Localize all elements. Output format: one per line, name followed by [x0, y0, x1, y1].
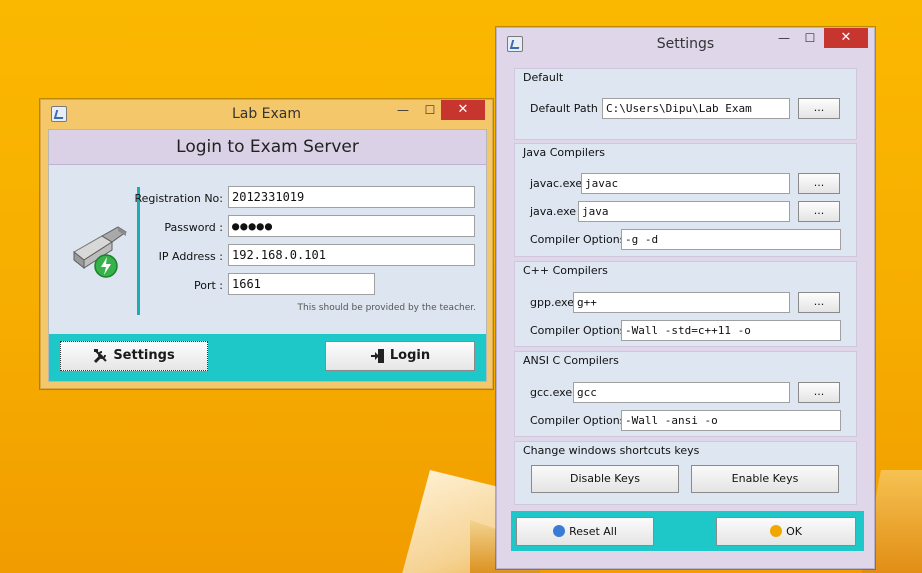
gpp-browse-button[interactable]: ...	[798, 292, 840, 313]
registration-label: Registration No:	[134, 192, 224, 205]
ip-address-input[interactable]: 192.168.0.101	[228, 244, 475, 266]
settings-button-label: Settings	[113, 348, 175, 363]
settings-button[interactable]: Settings	[60, 341, 208, 371]
ip-address-label: IP Address :	[158, 250, 223, 263]
settings-button-bar: Reset All OK	[511, 511, 864, 551]
panel-title: Java Compilers	[523, 146, 605, 159]
gcc-label: gcc.exe	[530, 386, 573, 399]
tools-icon	[94, 348, 108, 363]
login-icon	[370, 348, 384, 363]
java-options-input[interactable]: -g -d	[621, 229, 841, 250]
lab-button-bar: Settings Login	[49, 334, 486, 381]
port-input[interactable]: 1661	[228, 273, 375, 295]
close-button[interactable]: ✕	[441, 100, 485, 120]
java-browse-button[interactable]: ...	[798, 201, 840, 222]
ansi-c-compilers-panel: ANSI C Compilers gcc.exe gcc ... Compile…	[514, 351, 857, 437]
default-path-label: Default Path :	[530, 102, 606, 115]
shortcut-keys-panel: Change windows shortcuts keys Disable Ke…	[514, 441, 857, 505]
enable-keys-button[interactable]: Enable Keys	[691, 465, 839, 493]
checkmark-icon	[770, 525, 783, 537]
java-input[interactable]: java	[578, 201, 790, 222]
reset-all-label: Reset All	[569, 525, 617, 538]
maximize-button[interactable]: ☐	[417, 100, 443, 120]
maximize-button[interactable]: ☐	[797, 28, 823, 48]
lab-exam-content: Login to Exam Server Registration No: 20…	[48, 129, 487, 382]
refresh-icon	[553, 525, 566, 537]
gpp-label: gpp.exe	[530, 296, 574, 309]
panel-title: ANSI C Compilers	[523, 354, 619, 367]
javac-label: javac.exe	[530, 177, 583, 190]
gpp-input[interactable]: g++	[573, 292, 790, 313]
login-button-label: Login	[389, 348, 431, 363]
panel-title: C++ Compilers	[523, 264, 608, 277]
c-options-input[interactable]: -Wall -ansi -o	[621, 410, 841, 431]
registration-input[interactable]: 2012331019	[228, 186, 475, 208]
javac-browse-button[interactable]: ...	[798, 173, 840, 194]
login-header: Login to Exam Server	[49, 130, 486, 165]
ok-button[interactable]: OK	[716, 517, 856, 546]
java-compilers-panel: Java Compilers javac.exe javac ... java.…	[514, 143, 857, 257]
gcc-input[interactable]: gcc	[573, 382, 790, 403]
reset-all-button[interactable]: Reset All	[516, 517, 654, 546]
ok-label: OK	[786, 525, 802, 538]
java-options-label: Compiler Options:	[530, 233, 630, 246]
java-label: java.exe	[530, 205, 577, 218]
cpp-options-label: Compiler Options:	[530, 324, 630, 337]
port-label: Port :	[193, 279, 223, 292]
minimize-button[interactable]: —	[390, 100, 416, 120]
close-button[interactable]: ✕	[824, 28, 868, 48]
lab-exam-window: Lab Exam — ☐ ✕ Login to Exam Server Regi…	[40, 99, 493, 389]
default-path-browse-button[interactable]: ...	[798, 98, 840, 119]
cpp-options-input[interactable]: -Wall -std=c++11 -o	[621, 320, 841, 341]
minimize-button[interactable]: —	[771, 28, 797, 48]
settings-titlebar[interactable]: Settings — ☐ ✕	[497, 28, 874, 58]
javac-input[interactable]: javac	[581, 173, 790, 194]
settings-window: Settings — ☐ ✕ Default Default Path : C:…	[496, 27, 875, 569]
default-path-input[interactable]: C:\Users\Dipu\Lab Exam	[602, 98, 790, 119]
port-hint: This should be provided by the teacher.	[297, 303, 476, 313]
c-options-label: Compiler Options:	[530, 414, 630, 427]
default-panel: Default Default Path : C:\Users\Dipu\Lab…	[514, 68, 857, 140]
cpp-compilers-panel: C++ Compilers gpp.exe g++ ... Compiler O…	[514, 261, 857, 347]
disable-keys-button[interactable]: Disable Keys	[531, 465, 679, 493]
lab-exam-titlebar[interactable]: Lab Exam — ☐ ✕	[41, 100, 492, 128]
panel-title: Default	[523, 71, 564, 84]
panel-title: Change windows shortcuts keys	[523, 444, 700, 457]
gcc-browse-button[interactable]: ...	[798, 382, 840, 403]
login-button[interactable]: Login	[325, 341, 475, 371]
password-label: Password :	[164, 221, 223, 234]
password-input[interactable]: ●●●●●	[228, 215, 475, 237]
